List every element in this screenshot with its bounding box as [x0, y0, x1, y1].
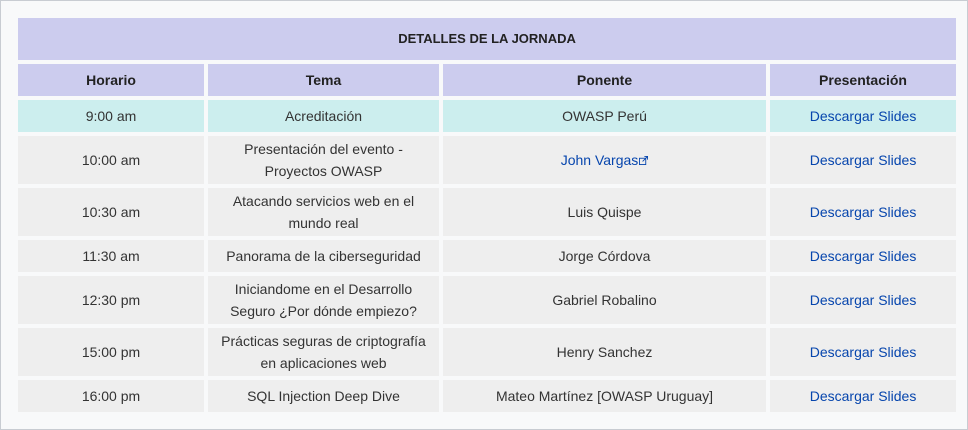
download-slides-link[interactable]: Descargar Slides: [810, 152, 917, 168]
cell-tema: Atacando servicios web en el mundo real: [208, 188, 439, 236]
column-header-presentacion: Presentación: [770, 64, 957, 96]
cell-horario: 11:30 am: [18, 240, 204, 272]
download-slides-link[interactable]: Descargar Slides: [810, 344, 917, 360]
column-header-ponente: Ponente: [443, 64, 766, 96]
download-slides-link[interactable]: Descargar Slides: [810, 292, 917, 308]
speaker-link-label: John Vargas: [560, 152, 639, 168]
column-header-horario: Horario: [18, 64, 204, 96]
table-row: 10:00 am Presentación del evento - Proye…: [18, 136, 957, 184]
table-row: 11:30 am Panorama de la ciberseguridad J…: [18, 240, 957, 272]
cell-tema: Prácticas seguras de criptografía en apl…: [208, 328, 439, 376]
cell-tema: Panorama de la ciberseguridad: [208, 240, 439, 272]
cell-horario: 12:30 pm: [18, 276, 204, 324]
table-row: 9:00 am Acreditación OWASP Perú Descarga…: [18, 100, 957, 132]
table-title: DETALLES DE LA JORNADA: [18, 18, 957, 60]
cell-presentacion: Descargar Slides: [770, 380, 957, 412]
table-row: 16:00 pm SQL Injection Deep Dive Mateo M…: [18, 380, 957, 412]
download-slides-link[interactable]: Descargar Slides: [810, 248, 917, 264]
schedule-table: DETALLES DE LA JORNADA Horario Tema Pone…: [14, 14, 960, 416]
cell-tema: Iniciandome en el Desarrollo Seguro ¿Por…: [208, 276, 439, 324]
external-link-icon: [639, 156, 649, 165]
download-slides-link[interactable]: Descargar Slides: [810, 108, 917, 124]
cell-tema: Presentación del evento - Proyectos OWAS…: [208, 136, 439, 184]
cell-tema: SQL Injection Deep Dive: [208, 380, 439, 412]
table-row: 12:30 pm Iniciandome en el Desarrollo Se…: [18, 276, 957, 324]
cell-horario: 16:00 pm: [18, 380, 204, 412]
table-row: 10:30 am Atacando servicios web en el mu…: [18, 188, 957, 236]
download-slides-link[interactable]: Descargar Slides: [810, 388, 917, 404]
cell-presentacion: Descargar Slides: [770, 100, 957, 132]
cell-presentacion: Descargar Slides: [770, 240, 957, 272]
column-header-tema: Tema: [208, 64, 439, 96]
cell-presentacion: Descargar Slides: [770, 276, 957, 324]
speaker-link[interactable]: John Vargas: [561, 152, 649, 168]
cell-ponente: Luis Quispe: [443, 188, 766, 236]
cell-horario: 10:30 am: [18, 188, 204, 236]
cell-tema: Acreditación: [208, 100, 439, 132]
cell-ponente: Mateo Martínez [OWASP Uruguay]: [443, 380, 766, 412]
page-frame: DETALLES DE LA JORNADA Horario Tema Pone…: [0, 0, 968, 430]
cell-ponente: John Vargas: [443, 136, 766, 184]
cell-horario: 9:00 am: [18, 100, 204, 132]
cell-ponente: Henry Sanchez: [443, 328, 766, 376]
cell-ponente: Gabriel Robalino: [443, 276, 766, 324]
cell-horario: 15:00 pm: [18, 328, 204, 376]
cell-horario: 10:00 am: [18, 136, 204, 184]
cell-ponente: Jorge Córdova: [443, 240, 766, 272]
cell-presentacion: Descargar Slides: [770, 328, 957, 376]
cell-presentacion: Descargar Slides: [770, 188, 957, 236]
cell-ponente: OWASP Perú: [443, 100, 766, 132]
table-row: 15:00 pm Prácticas seguras de criptograf…: [18, 328, 957, 376]
cell-presentacion: Descargar Slides: [770, 136, 957, 184]
download-slides-link[interactable]: Descargar Slides: [810, 204, 917, 220]
